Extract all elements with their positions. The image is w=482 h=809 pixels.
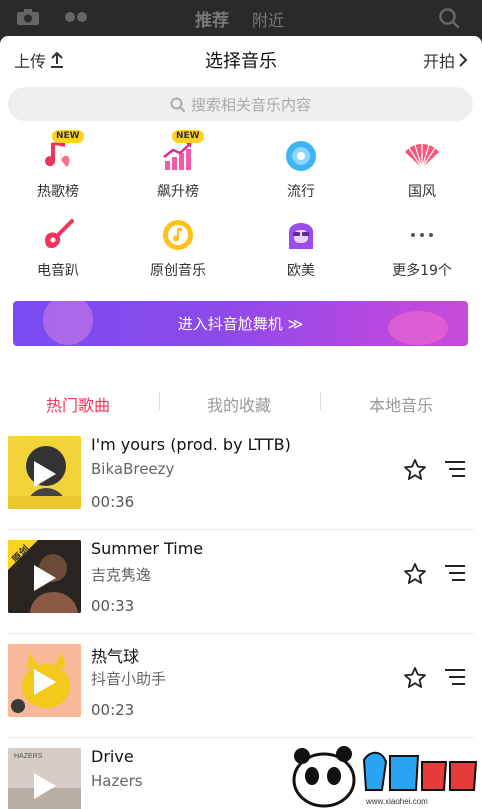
song-item[interactable]: 原创 Summer Time 吉克隽逸 00:33 [0,530,482,634]
play-icon [34,773,56,799]
start-shooting-button[interactable]: 开拍 [423,48,468,72]
tab-hot-songs[interactable]: 热门歌曲 [46,392,110,416]
song-cover[interactable] [8,436,81,509]
song-cover[interactable] [8,644,81,717]
svg-text:HAZERS: HAZERS [14,753,43,760]
song-item[interactable]: 热气球 抖音小助手 00:23 [0,634,482,738]
play-icon [34,461,56,487]
category-western[interactable]: 欧美 [251,215,351,280]
more-dots-icon [411,233,433,237]
tab-recommend[interactable]: 推荐 [195,6,229,31]
banner-label: 进入抖音尬舞机 ≫ [177,315,304,333]
dance-machine-banner[interactable]: 进入抖音尬舞机 ≫ [13,301,468,346]
song-artist: Hazers [91,772,143,790]
favorite-star-icon[interactable] [403,458,427,482]
category-more[interactable]: 更多19个 [372,215,472,280]
music-tabs: 热门歌曲 我的收藏 本地音乐 [0,376,482,426]
original-music-icon [163,220,193,250]
tab-divider [320,392,321,410]
music-picker-sheet: 上传 选择音乐 开拍 搜索相关音乐内容 NEW 热歌榜 NEW 飙升榜 流行 国… [0,36,482,809]
music-note-icon [45,141,70,167]
folding-fan-icon [405,143,439,169]
category-label: 飙升榜 [157,184,199,200]
search-input[interactable]: 搜索相关音乐内容 [8,87,473,121]
category-chinese-style[interactable]: 国风 [372,136,472,201]
tab-favorites[interactable]: 我的收藏 [207,392,271,416]
song-artist: 吉克隽逸 [91,566,152,584]
song-title: Summer Time [91,539,204,558]
song-title: Drive [91,747,134,766]
song-duration: 00:33 [91,597,135,615]
favorite-star-icon[interactable] [403,562,427,586]
banner-decoration [388,311,448,345]
search-icon [170,97,185,112]
play-icon [34,565,56,591]
tab-local-music[interactable]: 本地音乐 [369,392,433,416]
page-title: 选择音乐 [205,51,277,72]
song-duration: 00:23 [91,701,135,719]
category-hot-songs[interactable]: NEW 热歌榜 [8,130,108,201]
rising-chart-icon [163,142,192,170]
song-title: I'm yours (prod. by LTTB) [91,435,291,454]
electric-guitar-icon [45,219,74,249]
song-item[interactable]: I'm yours (prod. by LTTB) BikaBreezy 00:… [0,426,482,530]
camera-icon[interactable] [16,8,40,26]
play-icon [34,669,56,695]
song-title: 热气球 [91,647,140,666]
new-badge: NEW [52,130,84,143]
new-badge: NEW [172,130,204,143]
category-label: 流行 [287,184,315,200]
background-top-bar: 推荐 附近 [0,0,482,38]
start-label: 开拍 [422,52,455,71]
tab-nearby[interactable]: 附近 [252,7,284,31]
song-artist: 抖音小助手 [91,670,167,688]
add-to-list-icon[interactable] [444,460,466,478]
add-to-list-icon[interactable] [444,668,466,686]
category-label: 电音趴 [37,263,79,279]
category-original[interactable]: 原创音乐 [128,215,228,280]
tab-divider [159,392,160,410]
infinity-icon[interactable] [62,10,90,24]
sheet-header: 上传 选择音乐 开拍 [0,36,482,82]
song-artist: BikaBreezy [91,460,175,478]
category-pop[interactable]: 流行 [251,136,351,201]
svg-text:www.xiaohei.com: www.xiaohei.com [365,797,428,806]
disc-icon [286,141,316,171]
site-watermark-logo: www.xiaohei.com [292,746,478,808]
category-rising[interactable]: NEW 飙升榜 [128,130,228,201]
category-label: 热歌榜 [37,184,79,200]
favorite-star-icon[interactable] [403,666,427,690]
category-label: 欧美 [287,263,315,279]
song-duration: 00:36 [91,493,135,511]
category-label: 原创音乐 [150,263,206,279]
song-cover[interactable]: HAZERS [8,748,81,809]
banner-decoration [43,301,93,345]
add-to-list-icon[interactable] [444,564,466,582]
category-label: 国风 [408,184,436,200]
search-icon[interactable] [438,7,460,29]
search-placeholder: 搜索相关音乐内容 [190,95,311,114]
western-girl-icon [289,223,313,249]
category-electronic[interactable]: 电音趴 [8,215,108,280]
category-label: 更多19个 [392,263,452,279]
chevron-right-icon [459,53,468,67]
song-cover[interactable]: 原创 [8,540,81,613]
